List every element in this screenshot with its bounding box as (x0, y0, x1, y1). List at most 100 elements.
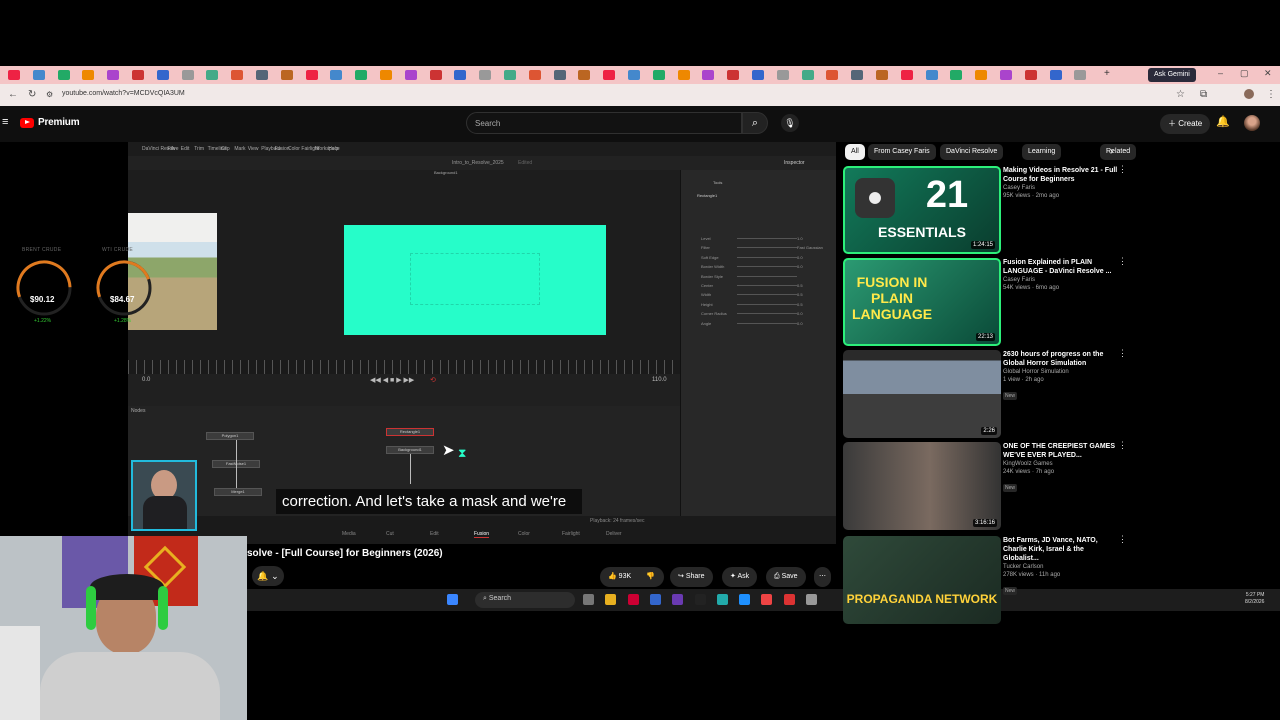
filter-chip[interactable]: Learning (1022, 144, 1062, 160)
video-options-icon[interactable]: ⋮ (1118, 256, 1127, 267)
browser-tab[interactable] (280, 70, 293, 80)
file-explorer-icon[interactable] (605, 594, 617, 605)
start-icon[interactable] (447, 594, 458, 605)
video-player[interactable]: DaVinci Resolve File Edit Trim Timeline Clip M… (128, 142, 836, 544)
browser-tab[interactable] (801, 70, 814, 80)
back-icon[interactable]: ← (8, 89, 18, 100)
channel-name[interactable]: Casey Faris (1003, 276, 1121, 284)
video-info[interactable]: Bot Farms, JD Vance, NATO, Charlie Kirk,… (1003, 536, 1121, 597)
browser-tab[interactable] (57, 70, 70, 80)
browser-menu-icon[interactable]: ⋮ (1266, 89, 1276, 100)
create-button[interactable]: ＋ Create (1160, 114, 1211, 134)
browser-tab[interactable] (900, 70, 913, 80)
browser-tab[interactable] (256, 70, 268, 80)
extensions-icon[interactable]: ⧉ (1200, 89, 1207, 100)
minimize-icon[interactable]: – (1218, 68, 1223, 78)
steam-icon[interactable] (739, 594, 751, 605)
browser-tab[interactable] (454, 70, 467, 80)
browser-tab[interactable] (504, 70, 516, 80)
clock[interactable]: 5:27 PM 8/2/2026 (1245, 592, 1264, 606)
video-options-icon[interactable]: ⋮ (1118, 164, 1127, 175)
browser-tab[interactable] (156, 70, 169, 80)
ask-gemini-button[interactable]: Ask Gemini (1148, 68, 1196, 82)
browser-tab[interactable] (404, 70, 417, 80)
video-options-icon[interactable]: ⋮ (1118, 348, 1127, 359)
maximize-icon[interactable]: ▢ (1240, 68, 1249, 79)
browser-tab[interactable] (578, 70, 591, 80)
video-info[interactable]: Making Videos in Resolve 21 - Full Cours… (1003, 166, 1121, 200)
browser-tab[interactable] (677, 70, 690, 80)
browser-tab[interactable] (1049, 70, 1062, 80)
video-options-icon[interactable]: ⋮ (1118, 534, 1127, 545)
video-info[interactable]: ONE OF THE CREEPIEST GAMES WE'VE EVER PL… (1003, 442, 1121, 494)
browser-tab[interactable] (82, 70, 95, 80)
video-card-title[interactable]: ONE OF THE CREEPIEST GAMES WE'VE EVER PL… (1003, 442, 1121, 460)
video-thumbnail[interactable]: 3:16:16 (843, 442, 1001, 530)
search-input[interactable]: Search (466, 112, 742, 134)
lightroom-icon[interactable] (649, 594, 661, 605)
browser-tab[interactable] (727, 70, 740, 80)
browser-tab[interactable] (628, 70, 640, 80)
browser-tab[interactable] (851, 70, 864, 80)
filter-chip[interactable]: From Casey Faris (868, 144, 936, 160)
browser-tab[interactable] (652, 70, 665, 80)
site-info-icon[interactable]: ⚙ (46, 90, 53, 99)
share-button[interactable]: ↪ Share (670, 567, 713, 587)
chips-next-icon[interactable]: › (1110, 146, 1113, 157)
browser-tab[interactable] (107, 70, 120, 80)
video-thumbnail[interactable]: 2:26 (843, 350, 1001, 438)
app-icon[interactable] (783, 594, 795, 605)
video-thumbnail[interactable]: FUSION IN PLAIN LANGUAGE 22:13 (843, 258, 1001, 346)
xd-icon[interactable] (627, 594, 639, 605)
browser-tab[interactable] (479, 70, 492, 80)
bookmark-star-icon[interactable]: ☆ (1176, 89, 1185, 100)
app-icon[interactable] (716, 594, 728, 605)
browser-tab[interactable] (181, 70, 194, 80)
video-info[interactable]: 2630 hours of progress on the Global Hor… (1003, 350, 1121, 402)
video-options-icon[interactable]: ⋮ (1118, 440, 1127, 451)
video-card-title[interactable]: Fusion Explained in PLAIN LANGUAGE - DaV… (1003, 258, 1121, 276)
browser-tab[interactable] (826, 70, 839, 80)
like-dislike-button[interactable]: 👍 93K 👎 (600, 567, 664, 587)
channel-name[interactable]: KingWoolz Games (1003, 460, 1121, 468)
account-avatar[interactable] (1244, 115, 1260, 131)
browser-tab[interactable] (776, 70, 789, 80)
video-card-title[interactable]: Bot Farms, JD Vance, NATO, Charlie Kirk,… (1003, 536, 1121, 563)
browser-tab[interactable] (528, 70, 541, 80)
browser-tab[interactable] (355, 70, 368, 80)
taskbar-search[interactable]: ⌕ Search (475, 592, 575, 608)
settings-icon[interactable] (806, 594, 817, 605)
hamburger-menu-icon[interactable]: ≡ (2, 116, 8, 128)
browser-tab[interactable] (1074, 70, 1087, 80)
close-window-icon[interactable]: ✕ (1264, 68, 1272, 79)
video-card-title[interactable]: 2630 hours of progress on the Global Hor… (1003, 350, 1121, 368)
browser-tab[interactable] (876, 70, 888, 80)
video-card-title[interactable]: Making Videos in Resolve 21 - Full Cours… (1003, 166, 1121, 184)
browser-tab[interactable] (305, 70, 318, 80)
terminal-icon[interactable] (694, 594, 706, 605)
browser-tab[interactable] (925, 70, 938, 80)
voice-search-button[interactable]: 🎙 (781, 114, 799, 132)
filter-chip[interactable]: Related (1100, 144, 1137, 160)
task-view-icon[interactable] (583, 594, 594, 605)
browser-tab[interactable] (950, 70, 963, 80)
browser-tab[interactable] (1000, 70, 1012, 80)
browser-tab[interactable] (8, 70, 20, 80)
browser-tab[interactable] (330, 70, 343, 80)
channel-name[interactable]: Casey Faris (1003, 184, 1121, 192)
browser-tab[interactable] (1024, 70, 1037, 80)
search-button[interactable]: ⌕ (742, 112, 768, 134)
subscribe-bell-button[interactable]: 🔔 ⌄ (252, 566, 284, 586)
channel-name[interactable]: Global Horror Simulation (1003, 368, 1121, 376)
ask-button[interactable]: ✦ Ask (722, 567, 758, 587)
browser-tab[interactable] (553, 70, 566, 80)
browser-tab[interactable] (380, 70, 392, 80)
browser-tab[interactable] (752, 70, 764, 80)
browser-tab[interactable] (429, 70, 442, 80)
youtube-logo[interactable]: Premium (20, 117, 80, 128)
browser-tab[interactable] (132, 70, 144, 80)
video-thumbnail[interactable]: PROPAGANDA NETWORK (843, 536, 1001, 624)
notifications-bell-icon[interactable]: 🔔 (1216, 115, 1230, 128)
browser-tab[interactable] (231, 70, 244, 80)
save-button[interactable]: ⎙ Save (766, 567, 806, 587)
